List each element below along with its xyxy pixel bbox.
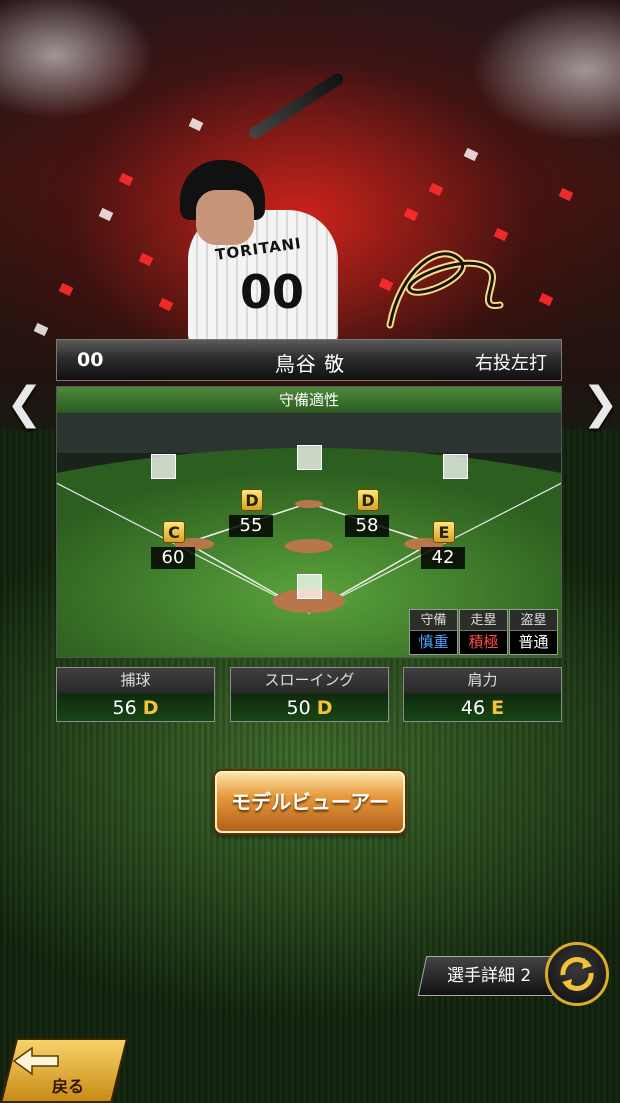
trait-label: 走塁 [460, 610, 507, 631]
stat-throwing: スローイング 50 D [230, 667, 389, 722]
second-base-value: 58 [345, 515, 389, 537]
shortstop-grade: D [241, 489, 263, 511]
trait-label: 盗塁 [510, 610, 557, 631]
stat-value: 56 [112, 697, 137, 719]
stat-value: 46 [460, 697, 486, 719]
shortstop-value: 55 [229, 515, 273, 537]
position-slot-left-field[interactable] [151, 454, 176, 479]
trait-value: 慎重 [410, 631, 457, 654]
first-base-value: 42 [421, 547, 465, 569]
trait-label: 守備 [410, 610, 457, 631]
stat-label: 捕球 [120, 671, 151, 689]
player-face [196, 190, 254, 245]
defense-panel-title: 守備適性 [57, 387, 561, 414]
player-detail-label: 選手詳細 2 [447, 966, 532, 986]
back-arrow-icon [12, 1046, 59, 1076]
jersey-number-text: 00 [240, 265, 305, 319]
trait-value: 積極 [460, 631, 507, 654]
trait-value: 普通 [510, 631, 557, 654]
stat-arm-strength: 肩力 46 E [403, 667, 562, 722]
trait-defense: 守備 慎重 [409, 609, 458, 655]
chevron-left-icon[interactable]: ❮ [6, 378, 43, 429]
stat-label: スローイング [264, 671, 355, 689]
model-viewer-button[interactable]: モデルビューアー [215, 771, 405, 833]
position-slot-catcher[interactable] [297, 574, 322, 599]
trait-table: 守備 慎重 走塁 積極 盗塁 普通 [409, 609, 559, 655]
throw-bat-hand: 右投左打 [475, 353, 547, 374]
stat-value: 50 [286, 697, 311, 719]
stat-value-row: 56 D [57, 693, 214, 723]
back-button-label: 戻る [52, 1077, 85, 1096]
second-base-grade: D [357, 489, 379, 511]
swap-arrows-glyph [560, 957, 594, 991]
player-name-bar: 00 鳥谷 敬 右投左打 [56, 339, 562, 381]
defense-aptitude-panel: 守備適性 D 55 D 58 C 60 E 42 守備 慎重 走塁 積極 盗塁 … [56, 386, 562, 658]
third-base-grade: C [163, 521, 185, 543]
stat-catching: 捕球 56 D [56, 667, 215, 722]
player-detail-button[interactable]: 選手詳細 2 [417, 956, 562, 996]
stat-label: 肩力 [467, 671, 498, 689]
stat-grade: E [491, 697, 505, 719]
third-base-value: 60 [151, 547, 195, 569]
autograph-signature [386, 250, 504, 329]
stat-value-row: 46 E [404, 693, 561, 723]
stat-value-row: 50 D [231, 693, 388, 723]
chevron-right-icon[interactable]: ❯ [582, 378, 619, 429]
position-slot-center-field[interactable] [297, 445, 322, 470]
trait-stealing: 盗塁 普通 [509, 609, 558, 655]
position-slot-right-field[interactable] [443, 454, 468, 479]
trait-baserunning: 走塁 積極 [459, 609, 508, 655]
stat-grade: D [316, 697, 333, 719]
stat-grade: D [142, 697, 159, 719]
first-base-grade: E [433, 521, 455, 543]
swap-arrows-icon[interactable] [545, 942, 609, 1006]
